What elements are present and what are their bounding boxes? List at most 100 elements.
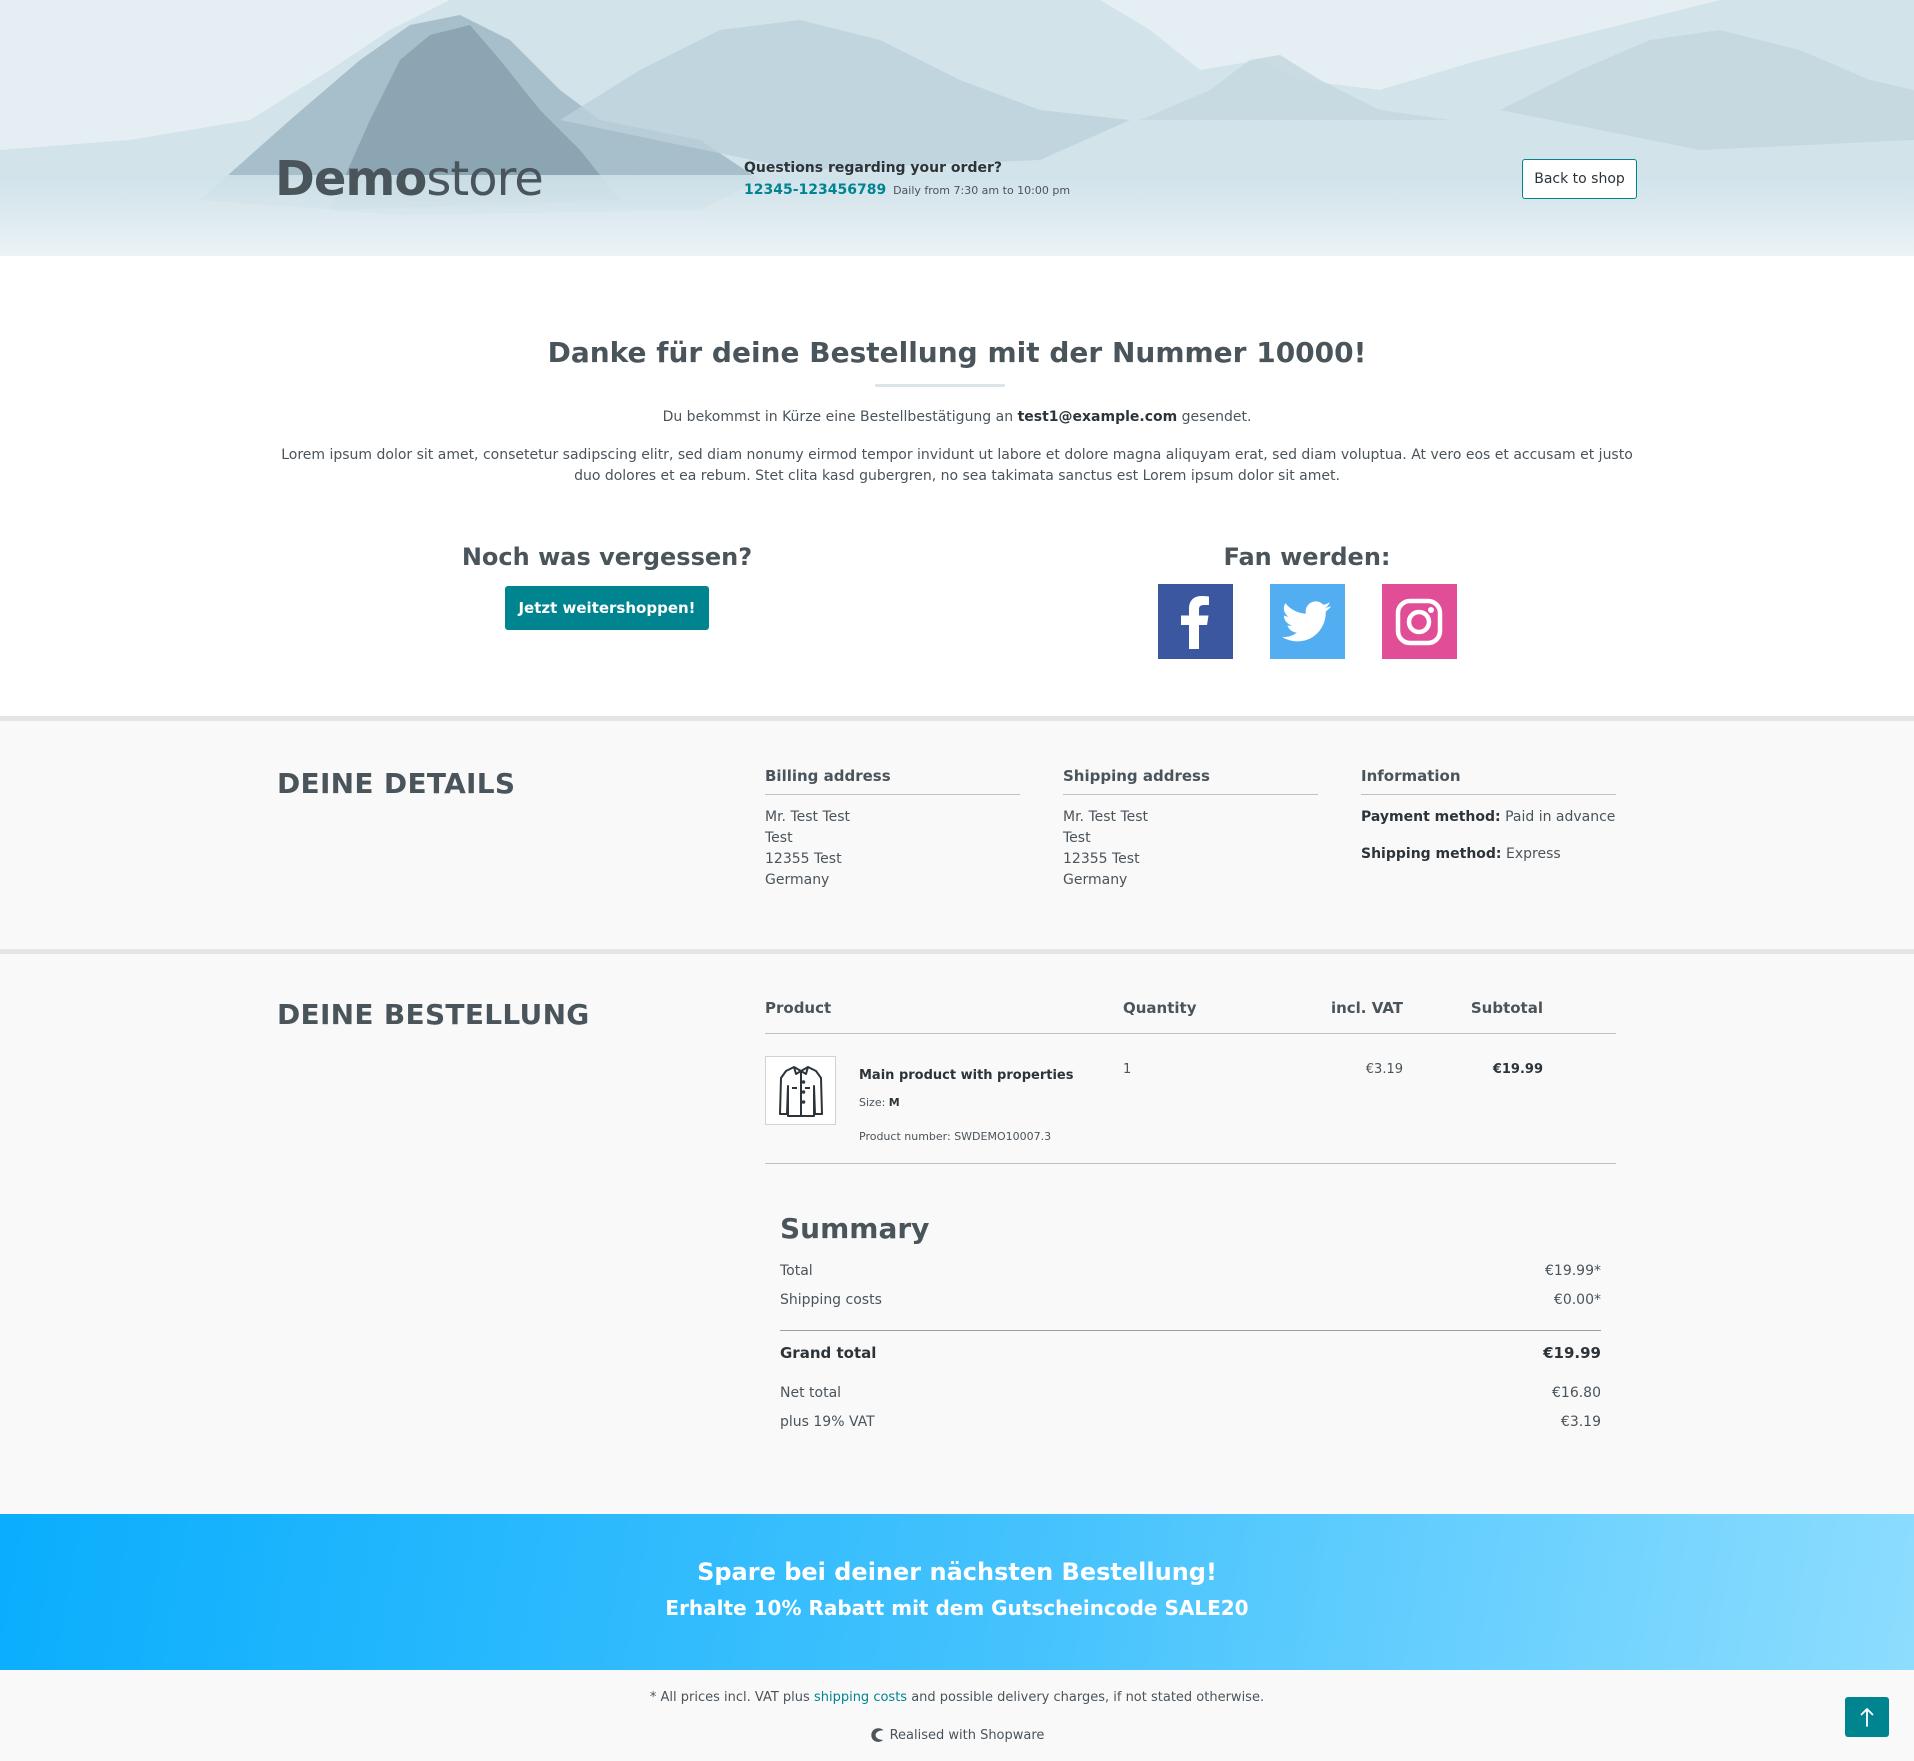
promo-headline: Spare bei deiner nächsten Bestellung! xyxy=(697,1558,1217,1586)
shipping-method-label: Shipping method: xyxy=(1361,846,1502,862)
fan-title: Fan werden: xyxy=(1223,543,1391,571)
order-hotline: Questions regarding your order? 12345-12… xyxy=(744,160,1070,198)
scroll-to-top-button[interactable] xyxy=(1845,1697,1889,1737)
details-title: DEINE DETAILS xyxy=(277,767,516,800)
finish-description: Lorem ipsum dolor sit amet, consetetur s… xyxy=(281,447,1633,484)
footer: * All prices incl. VAT plus shipping cos… xyxy=(0,1670,1914,1761)
shipping-method-value: Express xyxy=(1506,846,1561,862)
twitter-icon xyxy=(1282,600,1332,641)
shipping-heading: Shipping address xyxy=(1063,767,1318,795)
mail-text-prefix: Du bekommst in Kürze eine Bestellbestäti… xyxy=(662,409,1014,425)
product-size-label: Size: xyxy=(859,1096,886,1109)
billing-heading: Billing address xyxy=(765,767,1020,795)
product-size: Size: M xyxy=(859,1096,900,1109)
product-size-value: M xyxy=(888,1096,900,1109)
vat-value: €3.19 xyxy=(1560,1414,1601,1430)
shopware-credit[interactable]: Realised with Shopware xyxy=(0,1727,1914,1743)
summary-vat-row: plus 19% VAT €3.19 xyxy=(780,1414,1601,1443)
product-number: Product number: SWDEMO10007.3 xyxy=(859,1130,1052,1143)
net-total-label: Net total xyxy=(780,1385,842,1401)
shopware-logo-icon xyxy=(870,1728,884,1742)
billing-address: Billing address Mr. Test Test Test 12355… xyxy=(765,767,1020,891)
finish-section: Danke für deine Bestellung mit der Numme… xyxy=(0,256,1914,716)
shipping-street: Test xyxy=(1063,830,1091,846)
grand-total-value: €19.99 xyxy=(1543,1344,1601,1362)
column-quantity: Quantity xyxy=(1123,999,1197,1017)
summary-title: Summary xyxy=(780,1212,930,1245)
product-subtotal: €19.99 xyxy=(1492,1062,1543,1077)
payment-method-label: Payment method: xyxy=(1361,809,1501,825)
title-divider xyxy=(875,384,1005,387)
product-vat: €3.19 xyxy=(1365,1062,1403,1077)
shipping-city: 12355 Test xyxy=(1063,851,1140,867)
order-title: DEINE BESTELLUNG xyxy=(277,998,590,1031)
shipping-country: Germany xyxy=(1063,872,1128,888)
shipping-method: Shipping method: Express xyxy=(1361,844,1616,865)
shopware-credit-text: Realised with Shopware xyxy=(889,1727,1045,1743)
facebook-link[interactable] xyxy=(1157,584,1233,659)
details-section: DEINE DETAILS Billing address Mr. Test T… xyxy=(0,716,1914,954)
become-fan-block: Fan werden: xyxy=(1080,543,1534,659)
hotline-number[interactable]: 12345-123456789 xyxy=(744,182,886,198)
vat-notice-prefix: * All prices incl. VAT plus xyxy=(649,1690,810,1705)
column-product: Product xyxy=(765,999,832,1017)
billing-street: Test xyxy=(765,830,793,846)
continue-shopping-button[interactable]: Jetzt weitershoppen! xyxy=(505,586,709,630)
promo-banner: Spare bei deiner nächsten Bestellung! Er… xyxy=(0,1514,1914,1670)
order-summary: Summary Total €19.99* Shipping costs €0.… xyxy=(780,1212,1601,1443)
table-header: Product Quantity incl. VAT Subtotal xyxy=(765,999,1616,1034)
logo-bold-text: Demo xyxy=(275,151,427,207)
summary-total-value: €19.99* xyxy=(1545,1263,1601,1279)
billing-country: Germany xyxy=(765,872,830,888)
vat-notice: * All prices incl. VAT plus shipping cos… xyxy=(0,1690,1914,1705)
mail-text-suffix: gesendet. xyxy=(1181,409,1252,425)
summary-shipping-label: Shipping costs xyxy=(780,1292,882,1308)
page-title: Danke für deine Bestellung mit der Numme… xyxy=(547,336,1367,369)
shipping-lines: Mr. Test Test Test 12355 Test Germany xyxy=(1063,807,1318,891)
arrow-up-icon xyxy=(1860,1708,1874,1727)
summary-total-row: Total €19.99* xyxy=(780,1263,1601,1292)
customer-email: test1@example.com xyxy=(1017,409,1178,425)
billing-city: 12355 Test xyxy=(765,851,842,867)
product-name[interactable]: Main product with properties xyxy=(859,1068,1073,1083)
store-logo[interactable]: Demostore xyxy=(275,155,544,203)
information-heading: Information xyxy=(1361,767,1616,795)
jacket-icon xyxy=(778,1065,823,1117)
grand-total-label: Grand total xyxy=(780,1344,877,1362)
summary-total-label: Total xyxy=(780,1263,813,1279)
header-banner: Demostore Questions regarding your order… xyxy=(0,0,1914,256)
summary-shipping-row: Shipping costs €0.00* xyxy=(780,1292,1601,1321)
forgot-something-block: Noch was vergessen? Jetzt weitershoppen! xyxy=(380,543,834,630)
summary-net-row: Net total €16.80 xyxy=(780,1385,1601,1414)
facebook-icon xyxy=(1181,595,1209,649)
billing-lines: Mr. Test Test Test 12355 Test Germany xyxy=(765,807,1020,891)
hotline-question: Questions regarding your order? xyxy=(744,160,1002,176)
hotline-hours: Daily from 7:30 am to 10:00 pm xyxy=(893,184,1071,197)
forgot-title: Noch was vergessen? xyxy=(461,543,753,571)
order-information: Information Payment method: Paid in adva… xyxy=(1361,767,1616,865)
line-item-table: Product Quantity incl. VAT Subtotal Main… xyxy=(765,999,1616,1164)
summary-shipping-value: €0.00* xyxy=(1553,1292,1601,1308)
product-quantity: 1 xyxy=(1123,1062,1132,1077)
net-total-value: €16.80 xyxy=(1552,1385,1601,1401)
product-image[interactable] xyxy=(765,1056,836,1125)
confirmation-mail-text: Du bekommst in Kürze eine Bestellbestäti… xyxy=(0,409,1914,425)
column-vat: incl. VAT xyxy=(1330,999,1403,1017)
hotline-number-line: 12345-123456789 Daily from 7:30 am to 10… xyxy=(744,182,1070,198)
order-section: DEINE BESTELLUNG Product Quantity incl. … xyxy=(0,954,1914,1514)
back-to-shop-button[interactable]: Back to shop xyxy=(1522,159,1637,199)
instagram-link[interactable] xyxy=(1381,584,1457,659)
table-row: Main product with properties Size: M Pro… xyxy=(765,1034,1616,1164)
column-subtotal: Subtotal xyxy=(1470,999,1543,1017)
billing-name: Mr. Test Test xyxy=(765,809,851,825)
vat-notice-suffix: and possible delivery charges, if not st… xyxy=(911,1690,1265,1705)
payment-method: Payment method: Paid in advance xyxy=(1361,807,1616,828)
social-links xyxy=(1080,584,1534,659)
payment-method-value: Paid in advance xyxy=(1505,809,1616,825)
shipping-name: Mr. Test Test xyxy=(1063,809,1149,825)
shipping-costs-link[interactable]: shipping costs xyxy=(814,1690,907,1705)
logo-light-text: store xyxy=(426,151,543,207)
twitter-link[interactable] xyxy=(1269,584,1345,659)
vat-label: plus 19% VAT xyxy=(780,1414,875,1430)
shipping-address: Shipping address Mr. Test Test Test 1235… xyxy=(1063,767,1318,891)
